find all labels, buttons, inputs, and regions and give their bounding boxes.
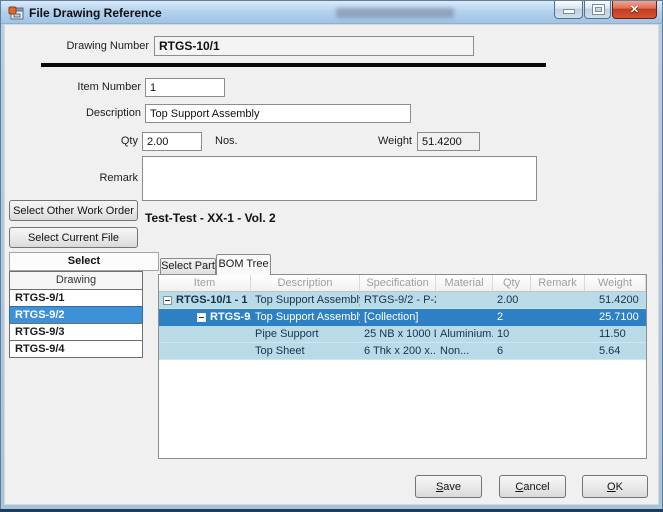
bom-specification: [Collection] [360,309,436,325]
item-number-label: Item Number [5,81,141,93]
bom-remark [531,326,585,342]
remark-input[interactable] [142,156,537,201]
bom-item-text: RTGS-9/2... [210,309,251,325]
bom-remark [531,309,585,325]
close-button[interactable]: ✕ [612,1,657,19]
description-input[interactable] [145,104,411,123]
minimize-button[interactable] [554,1,583,19]
column-header-description[interactable]: Description [251,275,360,291]
column-header-remark[interactable]: Remark [531,275,585,291]
bom-qty: 6 [493,343,531,359]
save-button[interactable]: Save [415,475,482,498]
bom-row[interactable]: Pipe Support 25 NB x 1000 Lg Aluminium..… [159,326,646,343]
drawing-number-label: Drawing Number [5,40,149,52]
divider-line [41,63,546,67]
weight-input[interactable] [417,132,480,151]
ok-button[interactable]: OK [582,475,648,498]
app-icon [8,5,24,21]
cancel-button[interactable]: Cancel [499,475,566,498]
bom-row-selected[interactable]: RTGS-9/2... Top Support Assembly [Collec… [159,309,646,326]
bom-qty: 2.00 [493,292,531,308]
drawing-list: Drawing RTGS-9/1 RTGS-9/2 RTGS-9/3 RTGS-… [9,271,143,358]
column-header-specification[interactable]: Specification [360,275,436,291]
bom-row[interactable]: Top Sheet 6 Thk x 200 x... Non... 6 5.64 [159,343,646,360]
drawing-list-item[interactable]: RTGS-9/4 [9,340,143,358]
bom-remark [531,292,585,308]
bom-description: Top Support Assembly [251,309,360,325]
drawing-list-item[interactable]: RTGS-9/3 [9,323,143,341]
bom-material: Aluminium... [436,326,493,342]
bom-tree-grid: Item Description Specification Material … [158,274,647,459]
drawing-list-item-selected[interactable]: RTGS-9/2 [9,306,143,324]
bom-specification: 25 NB x 1000 Lg [360,326,436,342]
bom-weight: 25.7100 [585,309,646,325]
select-current-file-button[interactable]: Select Current File [9,227,138,248]
item-number-input[interactable] [145,78,225,97]
qty-label: Qty [5,135,138,147]
bom-material [436,309,493,325]
weight-label: Weight [305,135,412,147]
window-controls: ✕ [553,1,657,19]
qty-input[interactable] [142,132,202,151]
drawing-column-header: Drawing [9,271,143,290]
bom-grid-header: Item Description Specification Material … [159,275,646,292]
bom-remark [531,343,585,359]
title-bar[interactable]: File Drawing Reference ✕ [1,1,662,24]
drawing-list-item[interactable]: RTGS-9/1 [9,289,143,307]
form-body: Drawing Number Item Number Description Q… [4,24,659,505]
bom-description: Top Support Assembly [251,292,360,308]
tab-bom-tree[interactable]: BOM Tree [216,254,271,275]
column-header-qty[interactable]: Qty [493,275,531,291]
work-order-title: Test-Test - XX-1 - Vol. 2 [145,211,276,225]
bom-qty: 2 [493,309,531,325]
bom-description: Pipe Support [251,326,360,342]
bom-material: Non... [436,343,493,359]
bom-weight: 11.50 [585,326,646,342]
file-drawing-reference-window: File Drawing Reference ✕ Drawing Number … [0,0,663,512]
column-header-weight[interactable]: Weight [585,275,646,291]
column-header-item[interactable]: Item [159,275,251,291]
bom-row[interactable]: RTGS-10/1 - 1 Top Support Assembly RTGS-… [159,292,646,309]
maximize-icon [593,5,604,14]
close-icon: ✕ [613,3,656,16]
description-label: Description [5,107,141,119]
remark-label: Remark [5,172,138,184]
bom-specification: 6 Thk x 200 x... [360,343,436,359]
collapse-icon[interactable] [163,296,172,305]
qty-unit-label: Nos. [215,135,238,147]
minimize-icon [564,10,574,13]
maximize-button[interactable] [584,1,611,19]
select-other-work-order-button[interactable]: Select Other Work Order [9,200,138,221]
bom-description: Top Sheet [251,343,360,359]
bom-item-text: RTGS-10/1 - 1 [176,292,248,308]
drawing-list-caption: Select [9,252,159,271]
bom-specification: RTGS-9/2 - P-2 [360,292,436,308]
window-title: File Drawing Reference [29,6,162,20]
bom-qty: 10 [493,326,531,342]
bom-material [436,292,493,308]
tab-select-part[interactable]: Select Part [160,258,216,275]
bom-weight: 51.4200 [585,292,646,308]
redacted-text [336,8,454,18]
bom-weight: 5.64 [585,343,646,359]
collapse-icon[interactable] [197,313,206,322]
column-header-material[interactable]: Material [436,275,493,291]
drawing-number-input[interactable] [154,36,474,56]
